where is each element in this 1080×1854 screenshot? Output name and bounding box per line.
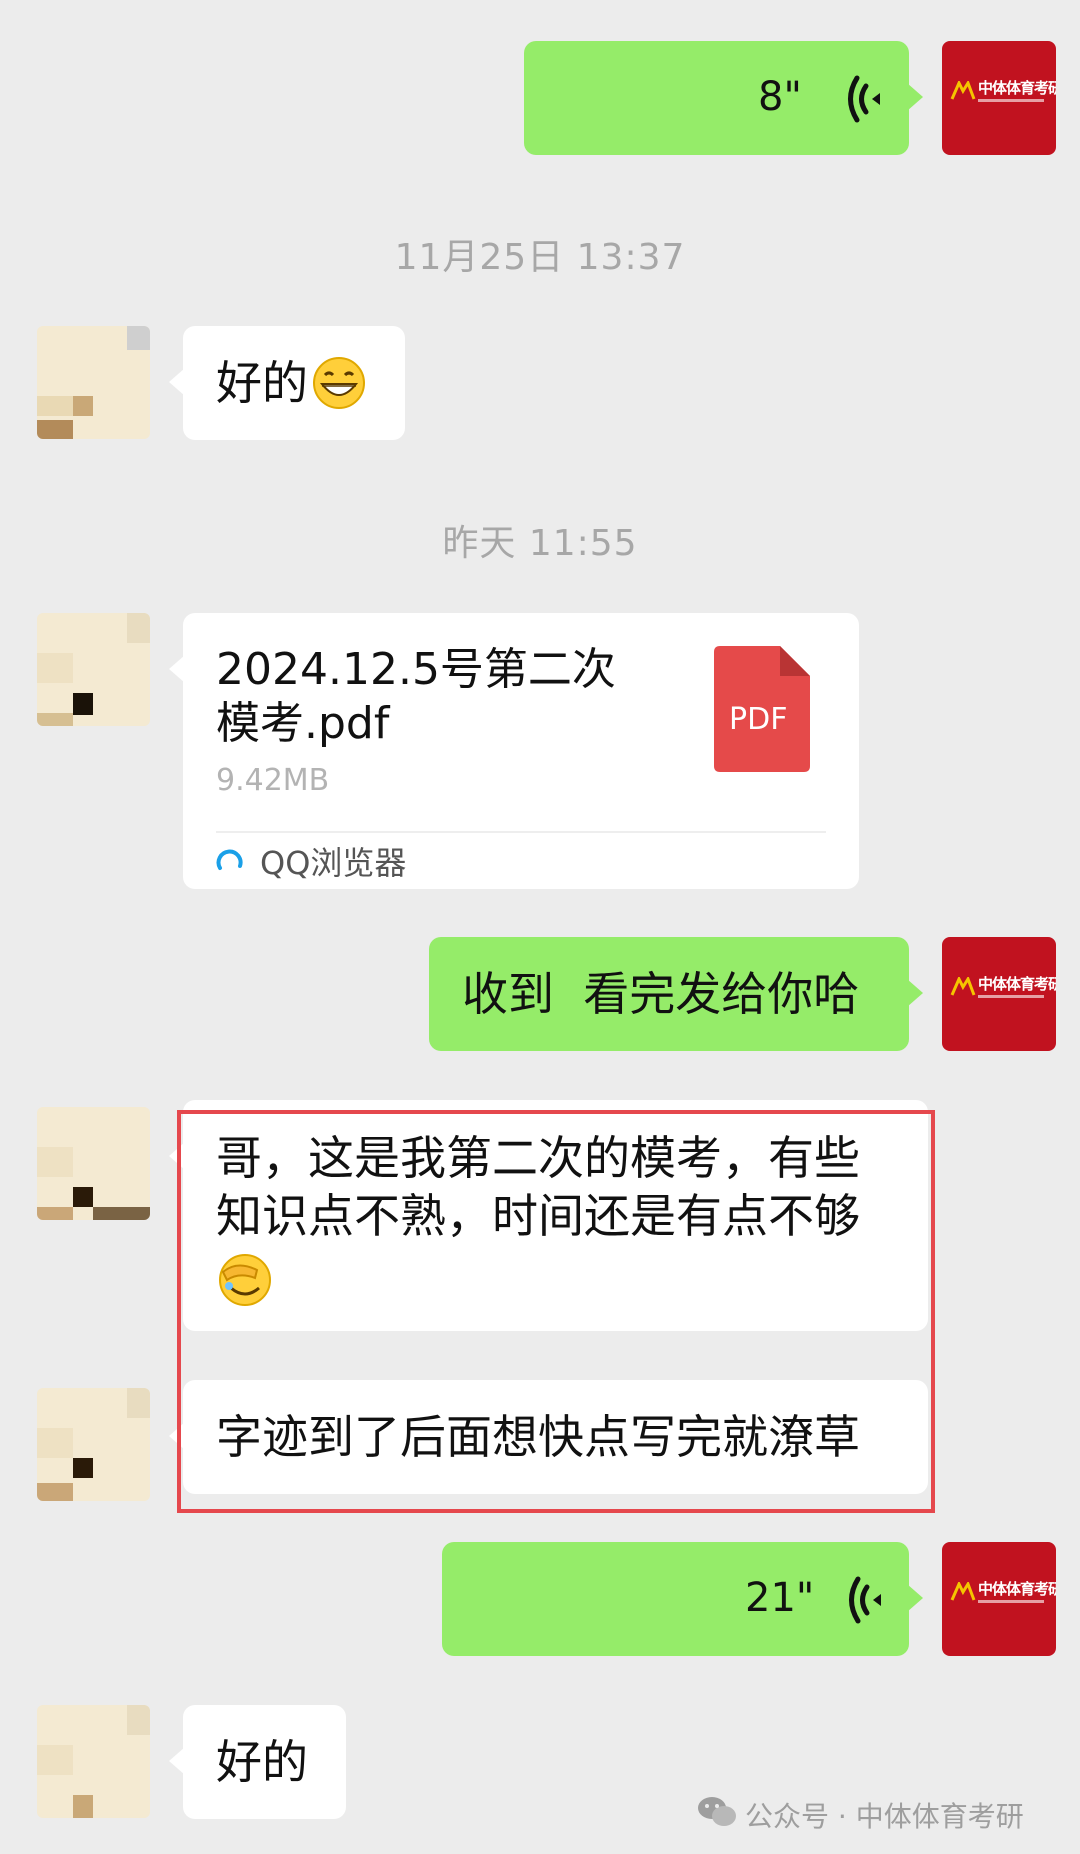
avatar-contact[interactable] <box>37 1705 150 1818</box>
voice-duration: 21" <box>745 1575 815 1621</box>
avatar-contact[interactable] <box>37 1388 150 1501</box>
wechat-icon <box>698 1797 736 1826</box>
message-text: 好的 <box>216 356 308 410</box>
highlight-annotation-box <box>177 1110 935 1513</box>
voice-wave-icon <box>849 1576 881 1624</box>
voice-wave-icon <box>848 75 880 123</box>
file-title-line-1: 2024.12.5号第二次 <box>216 644 616 695</box>
avatar-logo-text: 中体体育考研 <box>978 1580 1056 1598</box>
voice-message-bubble[interactable]: 8" <box>524 41 923 155</box>
logo-icon <box>950 1582 976 1601</box>
watermark-text: 公众号 · 中体体育考研 <box>745 1800 1024 1833</box>
message-bubble[interactable]: 好的 <box>169 326 405 440</box>
timestamp: 昨天 11:55 <box>442 523 638 564</box>
avatar-logo-text: 中体体育考研 <box>978 975 1056 993</box>
message-bubble[interactable]: 好的 <box>169 1705 346 1819</box>
file-size: 9.42MB <box>216 763 330 798</box>
file-message-card[interactable]: 2024.12.5号第二次 模考.pdf 9.42MB PDF QQ浏览器 <box>169 613 859 889</box>
message-text: 好的 <box>216 1735 308 1789</box>
avatar-contact[interactable] <box>37 326 150 439</box>
file-title-line-2: 模考.pdf <box>216 698 390 749</box>
message-text: 收到 看完发给你哈 <box>462 967 860 1021</box>
logo-icon <box>950 81 976 100</box>
pdf-file-icon: PDF <box>714 646 810 772</box>
avatar-self[interactable]: 中体体育考研 <box>942 937 1056 1051</box>
avatar-self[interactable]: 中体体育考研 <box>942 1542 1056 1656</box>
avatar-self[interactable]: 中体体育考研 <box>942 41 1056 155</box>
avatar-logo-text: 中体体育考研 <box>978 79 1056 97</box>
grinning-face-emoji-icon <box>313 357 365 409</box>
message-bubble[interactable]: 收到 看完发给你哈 <box>429 937 923 1051</box>
file-source-app: QQ浏览器 <box>260 844 407 882</box>
voice-duration: 8" <box>758 74 802 120</box>
pdf-label: PDF <box>729 702 788 737</box>
avatar-contact[interactable] <box>37 1107 150 1220</box>
qq-browser-icon <box>216 849 243 870</box>
divider <box>216 831 826 833</box>
avatar-contact[interactable] <box>37 613 150 726</box>
voice-message-bubble[interactable]: 21" <box>442 1542 923 1656</box>
logo-icon <box>950 977 976 996</box>
timestamp: 11月25日 13:37 <box>394 237 686 278</box>
